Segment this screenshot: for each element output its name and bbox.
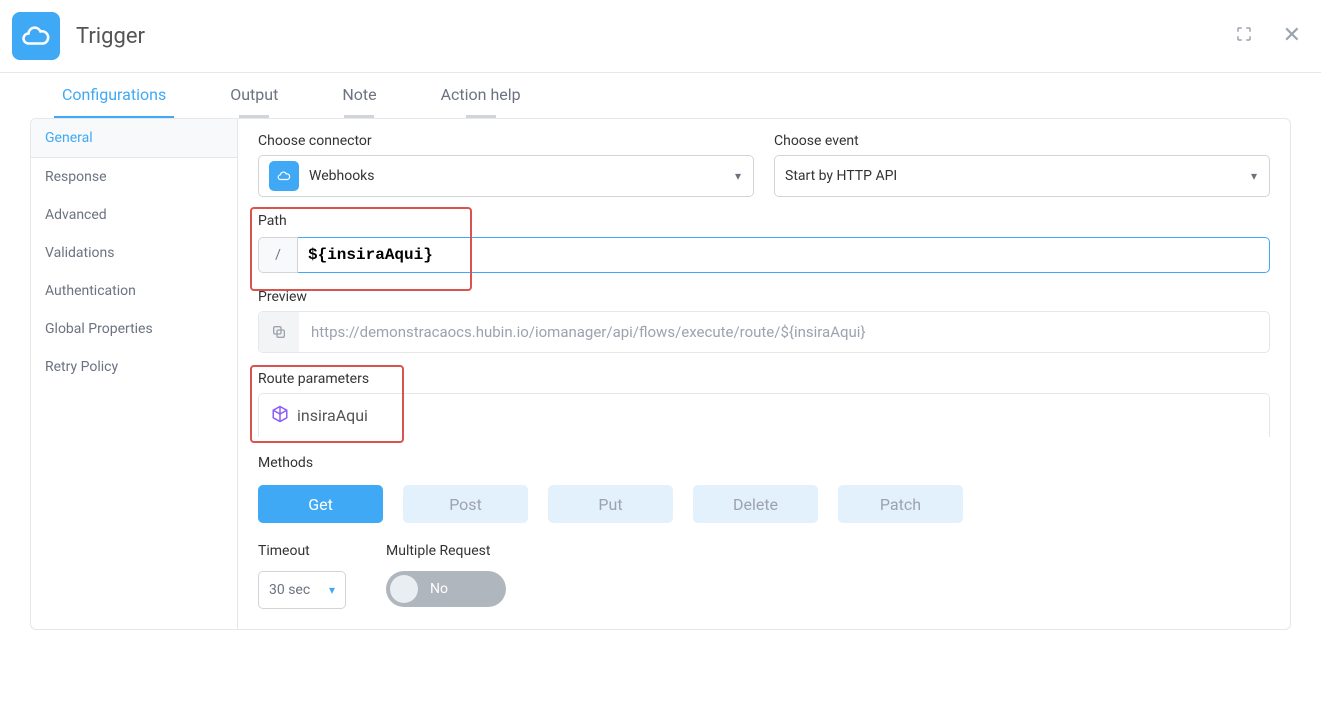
route-params-value: insiraAqui <box>297 406 368 425</box>
timeout-value: 30 sec <box>269 582 310 598</box>
route-params-label: Route parameters <box>258 371 369 387</box>
sidebar-item-authentication[interactable]: Authentication <box>31 272 237 310</box>
path-label: Path <box>258 213 287 229</box>
methods-label: Methods <box>258 455 1270 471</box>
cloud-icon <box>12 12 60 60</box>
method-delete[interactable]: Delete <box>693 485 818 523</box>
content: Choose connector Webhooks ▾ Choose event… <box>238 119 1290 629</box>
expand-icon[interactable] <box>1235 25 1253 47</box>
event-select[interactable]: Start by HTTP API ▾ <box>774 155 1270 197</box>
cube-icon <box>271 405 289 427</box>
preview-url: https://demonstracaocs.hubin.io/iomanage… <box>311 323 866 341</box>
close-icon[interactable]: ✕ <box>1283 25 1301 47</box>
sidebar-item-advanced[interactable]: Advanced <box>31 196 237 234</box>
method-put[interactable]: Put <box>548 485 673 523</box>
chevron-down-icon: ▾ <box>329 583 335 597</box>
path-prefix: / <box>258 237 298 273</box>
route-params-box[interactable]: insiraAqui <box>258 393 1270 437</box>
tab-configurations[interactable]: Configurations <box>54 85 174 118</box>
chevron-down-icon: ▾ <box>1251 169 1257 183</box>
method-post[interactable]: Post <box>403 485 528 523</box>
timeout-field: Timeout 30 sec ▾ <box>258 543 346 609</box>
multiple-request-toggle[interactable]: No <box>386 571 506 607</box>
main-panel: General Response Advanced Validations Au… <box>30 118 1291 630</box>
sidebar-item-general[interactable]: General <box>31 119 237 158</box>
event-label: Choose event <box>774 133 1270 149</box>
connector-label: Choose connector <box>258 133 754 149</box>
toggle-value: No <box>430 581 448 597</box>
connector-value: Webhooks <box>309 168 375 184</box>
bottom-row: Timeout 30 sec ▾ Multiple Request No <box>258 543 1270 609</box>
tabs: Configurations Output Note Action help <box>0 73 1321 118</box>
sidebar: General Response Advanced Validations Au… <box>31 119 238 629</box>
connector-select[interactable]: Webhooks ▾ <box>258 155 754 197</box>
tab-output[interactable]: Output <box>222 85 286 118</box>
sidebar-item-retry-policy[interactable]: Retry Policy <box>31 348 237 386</box>
chevron-down-icon: ▾ <box>735 169 741 183</box>
event-value: Start by HTTP API <box>785 168 897 184</box>
page-title: Trigger <box>76 24 145 49</box>
header-controls: ✕ <box>1235 25 1301 47</box>
tab-action-help[interactable]: Action help <box>433 85 529 118</box>
path-row: / <box>258 237 1270 273</box>
method-get[interactable]: Get <box>258 485 383 523</box>
event-field: Choose event Start by HTTP API ▾ <box>774 133 1270 197</box>
timeout-select[interactable]: 30 sec ▾ <box>258 571 346 609</box>
copy-button[interactable] <box>259 312 299 352</box>
methods-field: Methods Get Post Put Delete Patch <box>258 455 1270 523</box>
tab-note[interactable]: Note <box>334 85 384 118</box>
header-left: Trigger <box>12 12 145 60</box>
sidebar-item-validations[interactable]: Validations <box>31 234 237 272</box>
sidebar-item-global-properties[interactable]: Global Properties <box>31 310 237 348</box>
preview-row: https://demonstracaocs.hubin.io/iomanage… <box>258 311 1270 353</box>
header: Trigger ✕ <box>0 0 1321 73</box>
sidebar-item-response[interactable]: Response <box>31 158 237 196</box>
timeout-label: Timeout <box>258 543 346 559</box>
path-input[interactable] <box>298 237 1270 273</box>
preview-label: Preview <box>258 289 1270 305</box>
method-patch[interactable]: Patch <box>838 485 963 523</box>
multiple-request-label: Multiple Request <box>386 543 506 559</box>
methods-row: Get Post Put Delete Patch <box>258 485 1270 523</box>
connector-field: Choose connector Webhooks ▾ <box>258 133 754 197</box>
cloud-icon <box>269 161 299 191</box>
toggle-knob <box>390 575 418 603</box>
multiple-request-field: Multiple Request No <box>386 543 506 607</box>
preview-field: Preview https://demonstracaocs.hubin.io/… <box>258 289 1270 353</box>
